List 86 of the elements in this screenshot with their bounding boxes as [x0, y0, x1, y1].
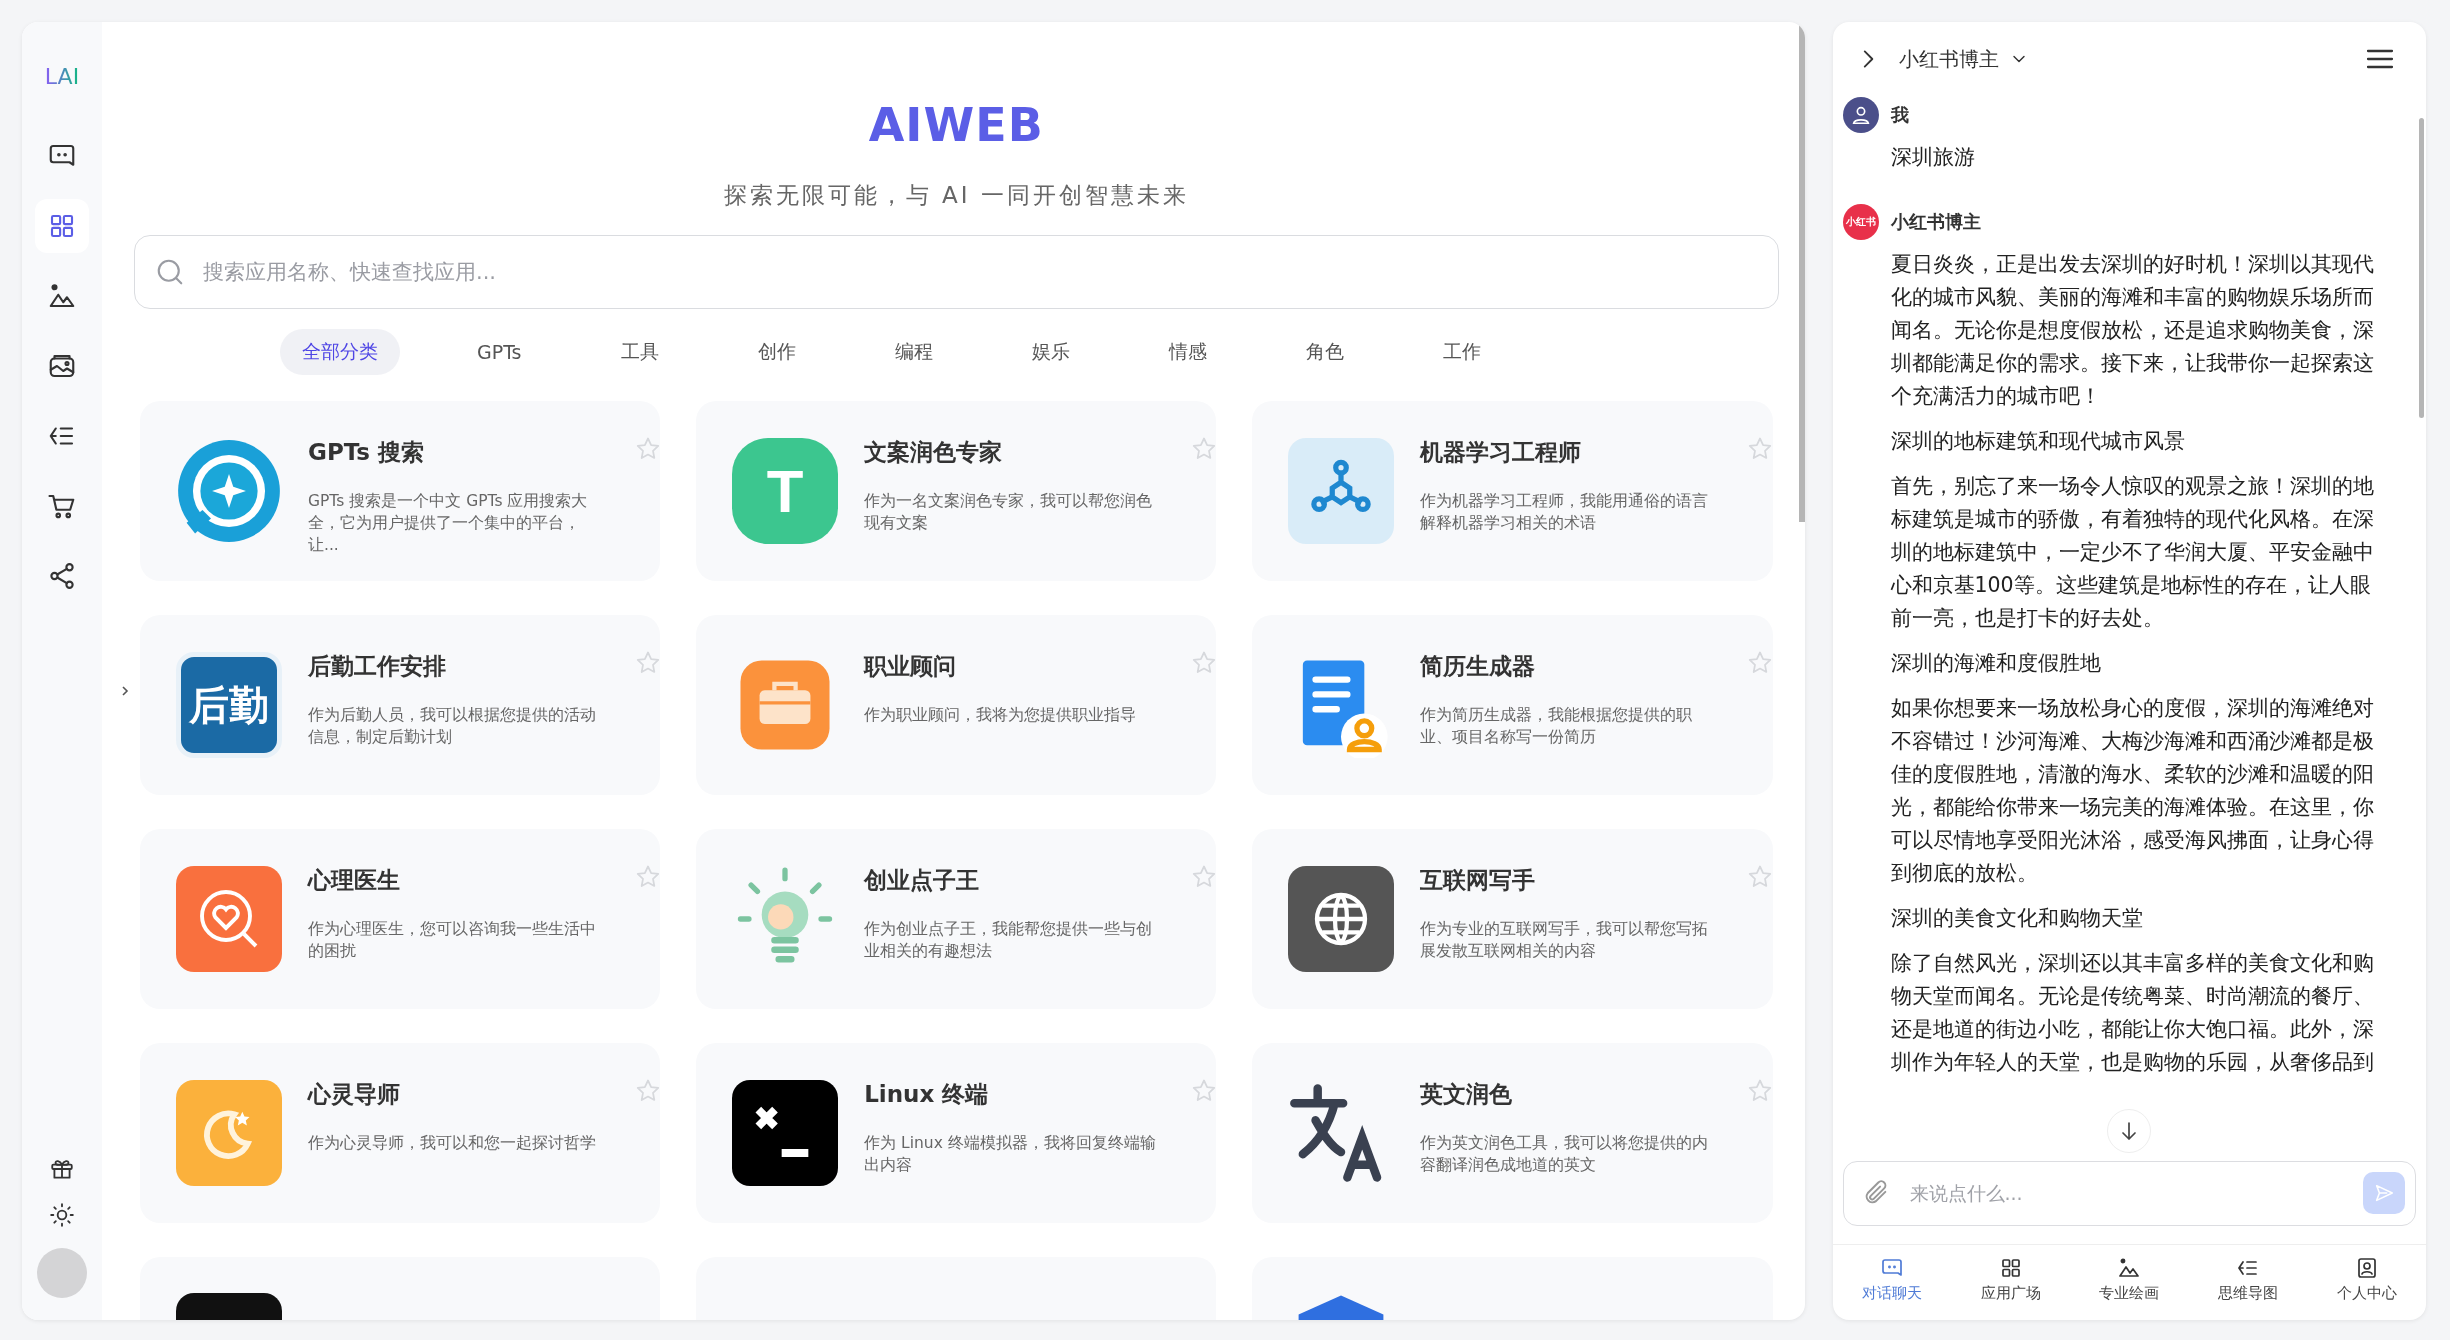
message-text: 深圳的海滩和度假胜地 [1890, 649, 2102, 677]
message-text: 夏日炎炎，正是出发去深圳的好时机！深圳以其现代化的城市风貌、美丽的海滩和丰富的购物娱乐场所而闻名。无论你是想度假放松，还是追求购物美食，深圳都能满足你的需求。接下来，让我带你一起探索这个充满活力的城市吧！ [1890, 250, 2375, 410]
app-card[interactable]: 简历生成器 作为简历生成器，我能根据您提供的职业、项目名称写一份简历 [1252, 615, 1773, 795]
app-card[interactable]: 互联网写手 作为专业的互联网写手，我可以帮您写拓展发散互联网相关的内容 [1252, 829, 1773, 1009]
app-card[interactable]: GPTs 搜索 GPTs 搜索是一个中文 GPTs 应用搜索大全，它为用户提供了一个集中的平台，让... [140, 401, 661, 581]
search-bar[interactable]: 搜索应用名称、快速查找应用... [134, 235, 1779, 309]
nav-tab[interactable]: 对话聊天 [1832, 1245, 1952, 1314]
category-tab[interactable]: 工具 [598, 329, 681, 375]
app-title: Linux 终端 [864, 1080, 990, 1109]
message-text: 深圳的地标建筑和现代城市风景 [1890, 427, 2186, 455]
app-description: 作为一名文案润色专家，我可以帮您润色现有文案 [864, 491, 1154, 534]
send-button[interactable] [2363, 1172, 2405, 1215]
sender-name: 小红书博主 [1890, 209, 1981, 234]
text-logo-icon: 后勤 [176, 652, 282, 758]
app-description: 作为专业的互联网写手，我可以帮您写拓展发散互联网相关的内容 [1420, 919, 1710, 962]
app-description: 作为心灵导师，我可以和您一起探讨哲学 [308, 1133, 597, 1154]
chevron-right-icon[interactable] [119, 684, 131, 698]
sidebar-button[interactable] [49, 1202, 75, 1228]
app-title: 互联网写手 [1420, 866, 1537, 895]
app-card[interactable]: 机器学习工程师 作为机器学习工程师，我能用通俗的语言解释机器学习相关的术语 [1252, 401, 1773, 581]
message-box[interactable]: 来说点什么... [1842, 1160, 2416, 1226]
app-card[interactable]: 后勤 后勤工作安排 作为后勤人员，我可以根据您提供的活动信息，制定后勤计划 [140, 615, 661, 795]
scrollbar[interactable] [2419, 118, 2424, 418]
category-tab[interactable]: 工作 [1420, 329, 1503, 375]
app-title: 职业顾问 [864, 652, 958, 681]
sun-icon [49, 1202, 75, 1228]
molecule-icon [1288, 438, 1395, 544]
app-title: 心理医生 [308, 866, 401, 895]
message-text: 除了自然风光，深圳还以其丰富多样的美食文化和购物天堂而闻名。无论是传统粤菜、时尚潮流的餐厅、还是地道的街边小吃，都能让你大饱口福。此外，深圳作为年轻人的天堂，也是购物的乐园，从奢侈品到 [1890, 949, 2375, 1076]
app-title: 心灵导师 [308, 1080, 401, 1109]
chat-title-dropdown[interactable]: 小红书博主 [1898, 45, 2029, 73]
category-tab[interactable]: 全部分类 [279, 329, 400, 375]
app-title: 简历生成器 [1420, 652, 1537, 681]
mountain-icon [2117, 1256, 2142, 1280]
app-description: 作为心理医生，您可以咨询我一些生活中的困扰 [308, 919, 597, 962]
message-text: 深圳的美食文化和购物天堂 [1890, 904, 2144, 932]
bot-avatar: 小红书 [1842, 203, 1879, 240]
message-input[interactable]: 来说点什么... [1907, 1181, 2345, 1206]
page-subtitle: 探索无限可能，与 AI 一同开创智慧未来 [723, 181, 1189, 210]
category-tab[interactable]: GPTs [454, 329, 544, 375]
app-title: 后勤工作安排 [308, 652, 447, 681]
sender-name: 我 [1890, 102, 1909, 127]
app-title: 创业点子王 [864, 866, 981, 895]
message-text: 首先，别忘了来一场令人惊叹的观景之旅！深圳的地标建筑是城市的骄傲，有着独特的现代化风格。在深圳的地标建筑中，一定少不了华润大厦、平安金融中心和京基100等。这些建筑是地标性的存在，让人眼前一亮，也是打卡的好去处。 [1890, 472, 2375, 632]
search-input[interactable]: 搜索应用名称、快速查找应用... [201, 259, 1758, 285]
app-card[interactable]: 职业顾问 作为职业顾问，我将为您提供职业指导 [696, 615, 1217, 795]
app-description: 作为创业点子王，我能帮您提供一些与创业相关的有趣想法 [864, 919, 1154, 962]
app-description: 作为简历生成器，我能根据您提供的职业、项目名称写一份简历 [1420, 705, 1694, 748]
share-icon [47, 561, 77, 591]
page-title: AIWEB [868, 98, 1044, 152]
nav-tab[interactable]: 个人中心 [2307, 1245, 2426, 1314]
message-text: 深圳旅游 [1890, 143, 1976, 171]
app-description: 作为机器学习工程师，我能用通俗的语言解释机器学习相关的术语 [1420, 491, 1710, 534]
category-tab[interactable]: 娱乐 [1009, 329, 1092, 375]
app-title: 英文润色 [1420, 1080, 1514, 1109]
app-description: 作为职业顾问，我将为您提供职业指导 [864, 705, 1138, 726]
heart-search-icon [176, 866, 282, 972]
terminal-icon [732, 1080, 839, 1186]
app-card[interactable]: T 文案润色专家 作为一名文案润色专家，我可以帮您润色现有文案 [696, 401, 1217, 581]
search-icon [155, 257, 185, 287]
category-tab[interactable]: 角色 [1283, 329, 1366, 375]
app-description: 作为 Linux 终端模拟器，我将回复终端输出内容 [864, 1133, 1157, 1176]
nav-tab[interactable]: 专业绘画 [2069, 1245, 2189, 1314]
nav-tab[interactable]: 思维导图 [2188, 1245, 2308, 1314]
nav-tab[interactable]: 应用广场 [1951, 1245, 2070, 1314]
app-title: 机器学习工程师 [1420, 438, 1583, 467]
moon-icon [176, 1080, 282, 1186]
category-tab[interactable]: 编程 [872, 329, 955, 375]
app-title: GPTs 搜索 [308, 438, 426, 467]
category-tab[interactable]: 情感 [1146, 329, 1229, 375]
app-description: 作为后勤人员，我可以根据您提供的活动信息，制定后勤计划 [308, 705, 597, 748]
letter-logo-icon: T [732, 438, 839, 544]
category-tab[interactable]: 创作 [735, 329, 818, 375]
app-card[interactable]: Linux 终端 作为 Linux 终端模拟器，我将回复终端输出内容 [696, 1043, 1217, 1223]
app-card[interactable]: 英文润色 作为英文润色工具，我可以将您提供的内容翻译润色成地道的英文 [1252, 1043, 1773, 1223]
globe-icon [1288, 866, 1395, 972]
app-card[interactable]: 心灵导师 作为心灵导师，我可以和您一起探讨哲学 [140, 1043, 661, 1223]
app-description: GPTs 搜索是一个中文 GPTs 应用搜索大全，它为用户提供了一个集中的平台，让... [308, 491, 589, 556]
user-avatar [1842, 96, 1879, 133]
app-card[interactable]: 创业点子王 作为创业点子王，我能帮您提供一些与创业相关的有趣想法 [696, 829, 1217, 1009]
avatar[interactable] [37, 1248, 87, 1298]
app-card[interactable]: 心理医生 作为心理医生，您可以咨询我一些生活中的困扰 [140, 829, 661, 1009]
app-description: 作为英文润色工具，我可以将您提供的内容翻译润色成地道的英文 [1420, 1133, 1710, 1176]
search-logo-icon [176, 438, 282, 544]
app-title: 文案润色专家 [864, 438, 1004, 467]
message-text: 如果你想要来一场放松身心的度假，深圳的海滩绝对不容错过！沙河海滩、大梅沙海滩和西涌沙滩都是极佳的度假胜地，清澈的海水、柔软的沙滩和温暖的阳光，都能给你带来一场完美的海滩体验。在这里，你可以尽情地享受阳光沐浴，感受海风拂面，让身心得到彻底的放松。 [1890, 694, 2375, 887]
